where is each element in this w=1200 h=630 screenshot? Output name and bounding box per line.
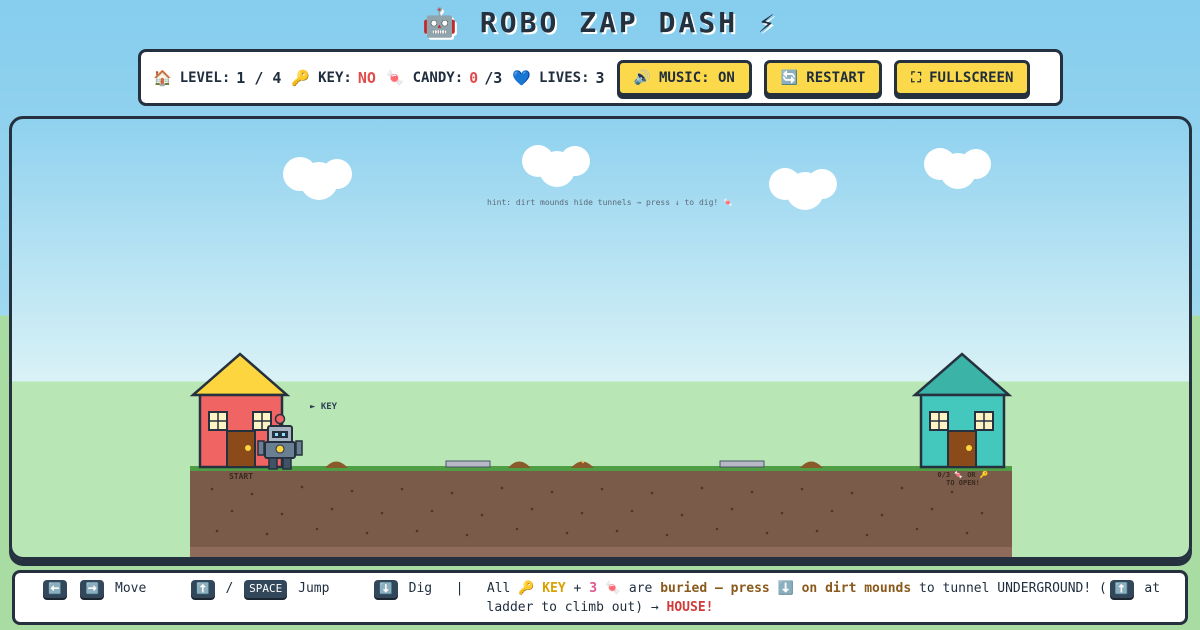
candy-indicator: 🍬 CANDY: 0 /3: [386, 69, 502, 87]
cloud: [522, 145, 590, 187]
are-text: are: [628, 581, 653, 596]
key-pointer-label: ► KEY: [310, 402, 338, 412]
lives-value: 3: [595, 68, 605, 87]
goal-house: [911, 352, 1013, 469]
key-icon: 🔑: [291, 68, 311, 87]
mound-sparkle: [581, 460, 585, 464]
dirt-bottom: [190, 547, 1012, 557]
up-arrow-key: ⬆️: [190, 580, 215, 598]
all-text: All: [486, 581, 511, 596]
lives-label: LIVES:: [538, 69, 590, 86]
dirt-mound: [800, 461, 823, 468]
mounds-text: on dirt mounds: [801, 581, 912, 596]
level-label: LEVEL:: [179, 69, 231, 86]
key-value: NO: [357, 68, 376, 87]
ladder-up-key: ⬆️: [1109, 580, 1134, 598]
key-indicator: 🔑 KEY: NO: [291, 69, 375, 87]
cloud: [769, 168, 837, 210]
candy-label: CANDY:: [412, 69, 464, 86]
speaker-icon: 🔊: [633, 69, 651, 86]
restart-button[interactable]: 🔄 RESTART: [763, 59, 883, 96]
slash-text: /: [225, 581, 234, 596]
hint-text: hint: dirt mounds hide tunnels → press ↓…: [487, 197, 733, 207]
house-goal-text: HOUSE!: [666, 600, 714, 615]
game-scene: hint: dirt mounds hide tunnels → press ↓…: [189, 145, 1013, 557]
dig-label: Dig: [408, 581, 433, 596]
dirt-ground: [190, 469, 1012, 557]
music-label: MUSIC: ON: [658, 69, 735, 86]
heart-icon: 💙: [512, 68, 531, 87]
key-icon-inline: 🔑: [518, 581, 535, 596]
candy-icon: 🍬: [385, 68, 405, 87]
down-arrow-key: ⬇️: [374, 580, 398, 598]
candy-total: /3: [484, 68, 503, 87]
start-label: START: [229, 472, 253, 481]
house-icon: 🏠: [153, 68, 172, 87]
key-label: KEY:: [318, 69, 352, 86]
level-value: 1 / 4: [236, 68, 282, 87]
separator: |: [455, 581, 464, 596]
tunnel-hatch: [719, 460, 765, 468]
cloud: [283, 157, 352, 200]
candy-value: 0: [469, 68, 479, 87]
right-arrow-key: ➡️: [80, 580, 105, 598]
candy-count-text: 3: [589, 581, 598, 596]
key-word: KEY: [542, 581, 566, 596]
game-title: 🤖 ROBO ZAP DASH ⚡: [0, 6, 1200, 39]
level-indicator: 🏠 LEVEL: 1 / 4: [153, 69, 281, 87]
music-button[interactable]: 🔊 MUSIC: ON: [616, 59, 752, 96]
dirt-mound: [325, 461, 348, 468]
grass-strip: [190, 466, 1012, 471]
space-key: SPACE: [244, 580, 288, 598]
fullscreen-icon: ⛶: [911, 69, 922, 86]
lives-indicator: 💙 LIVES: 3: [512, 69, 604, 87]
down-icon-inline: ⬇️: [777, 581, 794, 596]
candy-icon-inline: 🍬: [604, 581, 622, 596]
jump-label: Jump: [298, 581, 330, 596]
restart-label: RESTART: [806, 69, 866, 86]
refresh-icon: 🔄: [780, 69, 799, 86]
tunnel-hatch: [445, 460, 491, 468]
cloud: [924, 148, 991, 189]
fullscreen-button[interactable]: ⛶ FULLSCREEN: [894, 59, 1031, 96]
move-label: Move: [115, 581, 147, 596]
lightning-icon: ⚡: [757, 6, 778, 39]
left-arrow-key: ⬅️: [42, 580, 67, 598]
robot-icon: 🤖: [422, 6, 461, 39]
game-canvas[interactable]: hint: dirt mounds hide tunnels → press ↓…: [9, 116, 1192, 560]
title-text: ROBO ZAP DASH: [479, 6, 739, 39]
controls-help: ⬅️ ➡️ Move ⬆️ / SPACE Jump ⬇️ Dig | All …: [12, 570, 1188, 625]
buried-text: buried — press: [660, 581, 770, 596]
plus-text: +: [573, 581, 582, 596]
tunnel-text: to tunnel UNDERGROUND! (: [919, 581, 1107, 596]
house-requirement-2: TO OPEN!: [946, 479, 980, 487]
status-bar: 🏠 LEVEL: 1 / 4 🔑 KEY: NO 🍬 CANDY: 0 /3 💙…: [138, 49, 1063, 106]
dirt-mound: [508, 461, 531, 468]
house-requirement: 0/3 🍬 OR 🔑: [937, 470, 988, 479]
fullscreen-label: FULLSCREEN: [929, 69, 1014, 86]
